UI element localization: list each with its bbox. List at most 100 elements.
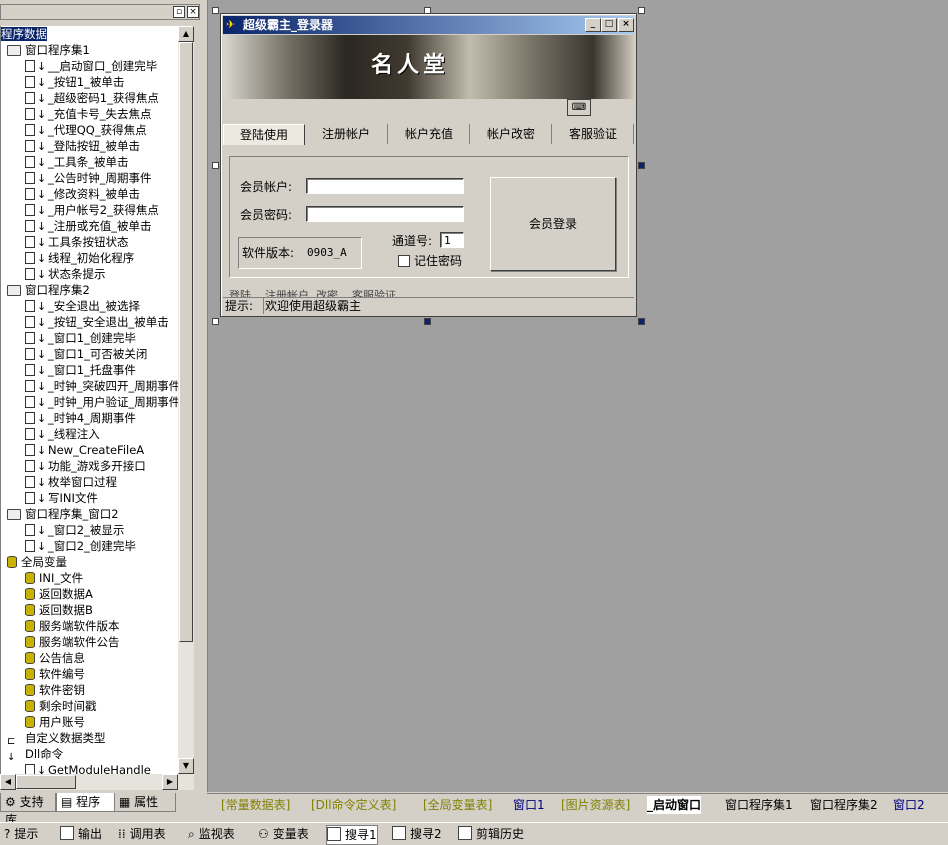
- tree-item[interactable]: 公告信息: [25, 650, 85, 666]
- tree-item[interactable]: 窗口程序集_窗口2: [7, 506, 119, 522]
- tree-root[interactable]: 程序数据: [1, 26, 47, 42]
- tab-clip-history[interactable]: 剪辑历史: [458, 825, 524, 843]
- tree-item[interactable]: ↓ 工具条按钮状态: [25, 234, 129, 250]
- tree-item[interactable]: 服务端软件版本: [25, 618, 120, 634]
- tree-vertical-scrollbar[interactable]: ▲ ▼: [178, 26, 194, 774]
- tree-item[interactable]: ↓ _时钟_用户验证_周期事件: [25, 394, 179, 410]
- tree-item[interactable]: ↓ _充值卡号_失去焦点: [25, 106, 152, 122]
- tree-item[interactable]: ↓ New_CreateFileA: [25, 442, 144, 458]
- tab-login[interactable]: 登陆使用: [223, 124, 305, 145]
- program-tree[interactable]: 程序数据 窗口程序集1 ↓ __启动窗口_创建完毕 ↓ _按钮1_被单击 ↓ _超级密码1_获…: [0, 26, 179, 774]
- file-tab[interactable]: 窗口1: [513, 796, 545, 814]
- tree-item[interactable]: ↓ _线程注入: [25, 426, 100, 442]
- file-tab[interactable]: [Dll命令定义表]: [311, 796, 396, 814]
- tab-watch[interactable]: ⌕ 监视表: [188, 825, 235, 843]
- tree-item[interactable]: ↓ 线程_初始化程序: [25, 250, 134, 266]
- tree-horizontal-scrollbar[interactable]: ◀ ▶: [0, 774, 194, 790]
- tree-item[interactable]: ↓ _公告时钟_周期事件: [25, 170, 152, 186]
- tab-service-verify[interactable]: 客服验证: [553, 124, 634, 144]
- tree-item[interactable]: 剩余时间戳: [25, 698, 97, 714]
- tree-item[interactable]: ↓ _窗口2_创建完毕: [25, 538, 136, 554]
- password-input[interactable]: [306, 206, 464, 222]
- scroll-down-icon[interactable]: ▼: [178, 758, 194, 774]
- tree-item[interactable]: ↓ _代理QQ_获得焦点: [25, 122, 147, 138]
- tree-item[interactable]: ↓ _窗口2_被显示: [25, 522, 124, 538]
- tree-item[interactable]: 窗口程序集2: [7, 282, 90, 298]
- window-titlebar[interactable]: ✈ 超级霸主_登录器 _ □ ×: [223, 16, 634, 34]
- tree-item[interactable]: ↓ 写INI文件: [25, 490, 98, 506]
- tree-item[interactable]: ↓ 状态条提示: [25, 266, 106, 282]
- tab-call-stack[interactable]: ⁞⁞ 调用表: [118, 825, 166, 843]
- tab-change-password[interactable]: 帐户改密: [471, 124, 552, 144]
- tree-item[interactable]: 软件编号: [25, 666, 85, 682]
- tree-item[interactable]: ↓ _安全退出_被选择: [25, 298, 140, 314]
- tree-item[interactable]: ↓ Dll命令: [7, 746, 63, 763]
- tree-item[interactable]: ↓ _按钮_安全退出_被单击: [25, 314, 169, 330]
- scroll-right-icon[interactable]: ▶: [162, 774, 178, 790]
- channel-input[interactable]: 1: [440, 232, 464, 248]
- tab-properties[interactable]: ▦ 属性: [114, 793, 176, 812]
- tree-item[interactable]: ↓ _用户帐号2_获得焦点: [25, 202, 159, 218]
- tab-support-library[interactable]: ⚙ 支持库: [0, 793, 56, 827]
- tree-item[interactable]: ↓ _工具条_被单击: [25, 154, 129, 170]
- tree-item[interactable]: 返回数据B: [25, 602, 93, 618]
- tree-item[interactable]: ↓ _窗口1_可否被关闭: [25, 346, 147, 362]
- tab-recharge[interactable]: 帐户充值: [389, 124, 470, 144]
- selection-handle[interactable]: [212, 162, 219, 169]
- tree-item[interactable]: 全局变量: [7, 554, 67, 570]
- account-input[interactable]: [306, 178, 464, 194]
- tab-search2[interactable]: 搜寻2: [392, 825, 442, 843]
- file-tab[interactable]: 窗口2: [893, 796, 925, 814]
- tree-item[interactable]: ↓ 枚举窗口过程: [25, 474, 117, 490]
- selection-handle[interactable]: [638, 7, 645, 14]
- selection-handle[interactable]: [424, 318, 431, 325]
- tree-item[interactable]: ⊏ 自定义数据类型: [7, 730, 106, 747]
- tree-item[interactable]: ↓ _注册或充值_被单击: [25, 218, 152, 234]
- tree-item[interactable]: ↓ _超级密码1_获得焦点: [25, 90, 159, 106]
- tab-output[interactable]: 输出: [60, 825, 102, 843]
- tree-item[interactable]: ↓ GetModuleHandle: [25, 762, 151, 774]
- file-tab[interactable]: [全局变量表]: [423, 796, 492, 814]
- selection-handle[interactable]: [638, 162, 645, 169]
- close-icon[interactable]: ×: [618, 18, 634, 32]
- scroll-left-icon[interactable]: ◀: [0, 774, 16, 790]
- scroll-thumb[interactable]: [16, 775, 76, 789]
- scroll-up-icon[interactable]: ▲: [178, 26, 194, 42]
- file-tab[interactable]: 窗口程序集1: [725, 796, 793, 814]
- tab-hint[interactable]: ? 提示: [4, 825, 38, 843]
- tree-item[interactable]: ↓ _登陆按钮_被单击: [25, 138, 140, 154]
- selection-handle[interactable]: [212, 318, 219, 325]
- tab-search1[interactable]: 搜寻1: [326, 825, 378, 845]
- remember-password-checkbox[interactable]: [398, 255, 410, 267]
- tree-item[interactable]: ↓ _时钟_突破四开_周期事件: [25, 378, 179, 394]
- tree-item[interactable]: 用户账号: [25, 714, 85, 730]
- tree-item[interactable]: ↓ _按钮1_被单击: [25, 74, 124, 90]
- tree-item[interactable]: ↓ _窗口1_托盘事件: [25, 362, 136, 378]
- minimize-icon[interactable]: _: [585, 18, 601, 32]
- member-login-button[interactable]: 会员登录: [490, 177, 616, 271]
- tree-item[interactable]: ↓ __启动窗口_创建完毕: [25, 58, 157, 74]
- file-tab[interactable]: 窗口程序集2: [810, 796, 878, 814]
- maximize-icon[interactable]: □: [601, 18, 617, 32]
- close-icon[interactable]: ×: [187, 6, 199, 18]
- tree-item[interactable]: 窗口程序集1: [7, 42, 90, 58]
- scroll-thumb[interactable]: [179, 42, 193, 642]
- tab-program[interactable]: ▤ 程序: [56, 793, 118, 812]
- tree-item[interactable]: ↓ _时钟4_周期事件: [25, 410, 136, 426]
- tree-item[interactable]: ↓ _窗口1_创建完毕: [25, 330, 136, 346]
- tab-variables[interactable]: ⚇ 变量表: [258, 825, 309, 843]
- tab-register[interactable]: 注册帐户: [305, 124, 388, 144]
- file-tab[interactable]: [常量数据表]: [221, 796, 290, 814]
- tree-item[interactable]: 软件密钥: [25, 682, 85, 698]
- file-tab[interactable]: _启动窗口: [647, 796, 702, 814]
- tree-item[interactable]: 服务端软件公告: [25, 634, 120, 650]
- keyboard-icon-button[interactable]: ⌨: [567, 99, 591, 116]
- file-tab[interactable]: [图片资源表]: [561, 796, 630, 814]
- tree-item[interactable]: ↓ 功能_游戏多开接口: [25, 458, 146, 474]
- tree-item[interactable]: INI_文件: [25, 570, 83, 586]
- tree-item[interactable]: 返回数据A: [25, 586, 93, 602]
- selection-handle[interactable]: [212, 7, 219, 14]
- login-window-design[interactable]: ✈ 超级霸主_登录器 _ □ × 名人堂 ⌨ 登陆使用 注册帐户 帐户充值 帐户…: [220, 13, 637, 317]
- selection-handle[interactable]: [638, 318, 645, 325]
- tree-item[interactable]: ↓ _修改资料_被单击: [25, 186, 140, 202]
